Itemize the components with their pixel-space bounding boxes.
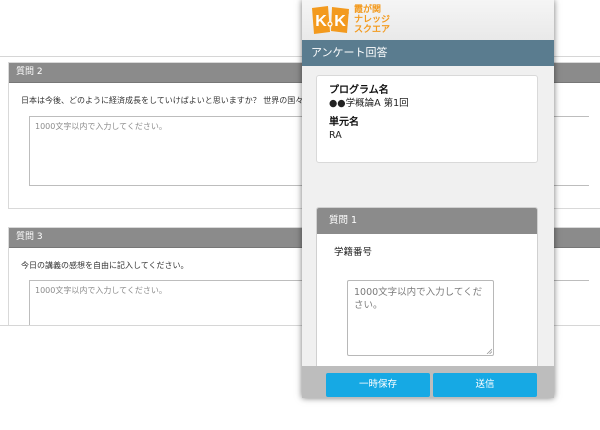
survey-content: プログラム名 ●●学概論A 第1回 単元名 RA 質問 1 学籍番号 1000文… xyxy=(302,66,554,377)
save-draft-button[interactable]: 一時保存 xyxy=(326,373,430,397)
student-id-textarea[interactable]: 1000文字以内で入力してください。 xyxy=(347,280,494,356)
svg-text:K: K xyxy=(334,13,346,30)
question-1-card: 質問 1 学籍番号 1000文字以内で入力してください。 xyxy=(316,207,538,377)
unit-label: 単元名 xyxy=(329,117,359,128)
unit-value: RA xyxy=(329,130,342,141)
action-bar: 一時保存 送信 xyxy=(302,366,554,398)
kk-logo-icon: K K xyxy=(312,6,349,34)
question-1-label: 学籍番号 xyxy=(334,247,373,258)
logo-line-2: ナレッジ xyxy=(354,15,391,25)
submit-button[interactable]: 送信 xyxy=(433,373,537,397)
program-info-card: プログラム名 ●●学概論A 第1回 単元名 RA xyxy=(316,75,538,163)
logo-line-3: スクエア xyxy=(354,25,391,35)
page-title: アンケート回答 xyxy=(302,40,554,66)
program-label: プログラム名 xyxy=(329,85,389,96)
logo-bar: K K 霞が関 ナレッジ スクエア xyxy=(302,0,554,40)
logo-text: 霞が関 ナレッジ スクエア xyxy=(354,5,424,35)
resize-grip-icon[interactable] xyxy=(486,348,492,354)
mobile-screen: K K 霞が関 ナレッジ スクエア アンケート回答 プログラム名 ●●学概論A … xyxy=(302,0,554,398)
student-id-placeholder: 1000文字以内で入力してください。 xyxy=(354,287,483,311)
logo-line-1: 霞が関 xyxy=(354,5,382,15)
question-1-header: 質問 1 xyxy=(317,208,537,234)
svg-text:K: K xyxy=(315,13,327,30)
program-value: ●●学概論A 第1回 xyxy=(329,98,409,109)
